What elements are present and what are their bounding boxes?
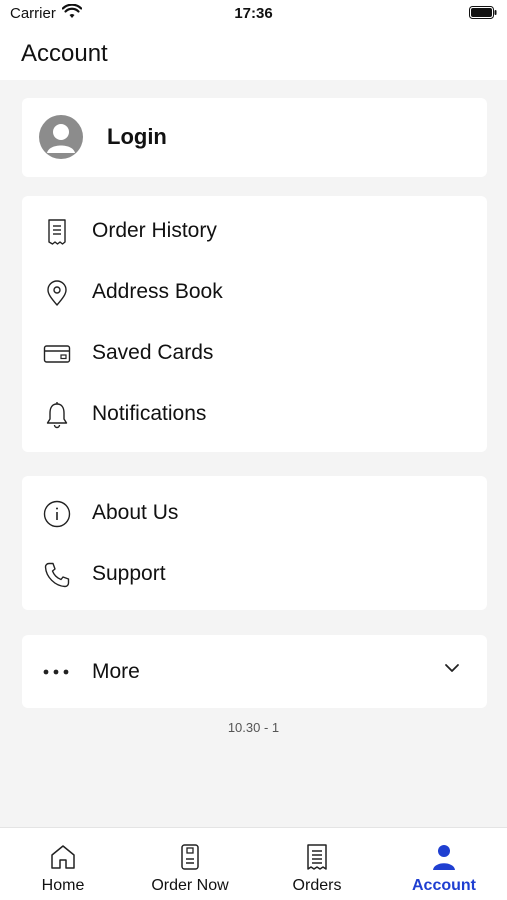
menu-item-support[interactable]: Support (22, 547, 487, 603)
tab-bar: Home Order Now Orders Account (0, 827, 507, 900)
info-menu-card: About Us Support (22, 476, 487, 610)
tab-label: Account (412, 877, 476, 894)
login-card[interactable]: Login (22, 98, 487, 177)
orders-icon (307, 844, 327, 870)
bell-icon (46, 402, 68, 429)
tab-orders[interactable]: Orders (254, 828, 380, 900)
app-version: 10.30 - 1 (227, 720, 280, 735)
tab-order-now[interactable]: Order Now (127, 828, 253, 900)
tab-label: Order Now (151, 877, 229, 894)
header: Account (0, 30, 507, 80)
phone-icon (44, 562, 70, 588)
receipt-icon (48, 219, 66, 245)
status-time: 17:36 (234, 5, 273, 22)
home-icon (51, 845, 75, 869)
menu-item-label: Address Book (92, 280, 223, 303)
tab-home[interactable]: Home (0, 828, 126, 900)
chevron-down-icon[interactable] (443, 659, 461, 677)
account-menu-card: Order History Address Book Saved Cards N… (22, 196, 487, 452)
tab-label: Home (41, 877, 85, 894)
more-card[interactable]: More (22, 635, 487, 708)
menu-item-label: About Us (92, 501, 179, 524)
avatar-icon (39, 115, 83, 159)
battery-icon (469, 6, 497, 19)
menu-item-saved-cards[interactable]: Saved Cards (22, 326, 487, 382)
menu-item-label: Support (92, 562, 166, 585)
more-label: More (92, 660, 140, 683)
tab-account[interactable]: Account (381, 828, 507, 900)
login-label: Login (107, 124, 167, 149)
more-dots-icon (43, 669, 69, 675)
credit-card-icon (43, 345, 71, 363)
status-bar: Carrier 17:36 (0, 0, 507, 30)
menu-item-order-history[interactable]: Order History (22, 204, 487, 260)
menu-item-label: Order History (92, 219, 217, 242)
info-icon (43, 500, 71, 528)
menu-item-label: Saved Cards (92, 341, 214, 364)
account-icon (433, 845, 455, 870)
menu-item-notifications[interactable]: Notifications (22, 387, 487, 443)
menu-item-about-us[interactable]: About Us (22, 486, 487, 542)
order-now-icon (181, 844, 199, 870)
tab-label: Orders (292, 877, 342, 894)
menu-item-address-book[interactable]: Address Book (22, 265, 487, 321)
page-title: Account (21, 40, 108, 67)
location-pin-icon (47, 280, 67, 306)
menu-item-label: Notifications (92, 402, 207, 425)
